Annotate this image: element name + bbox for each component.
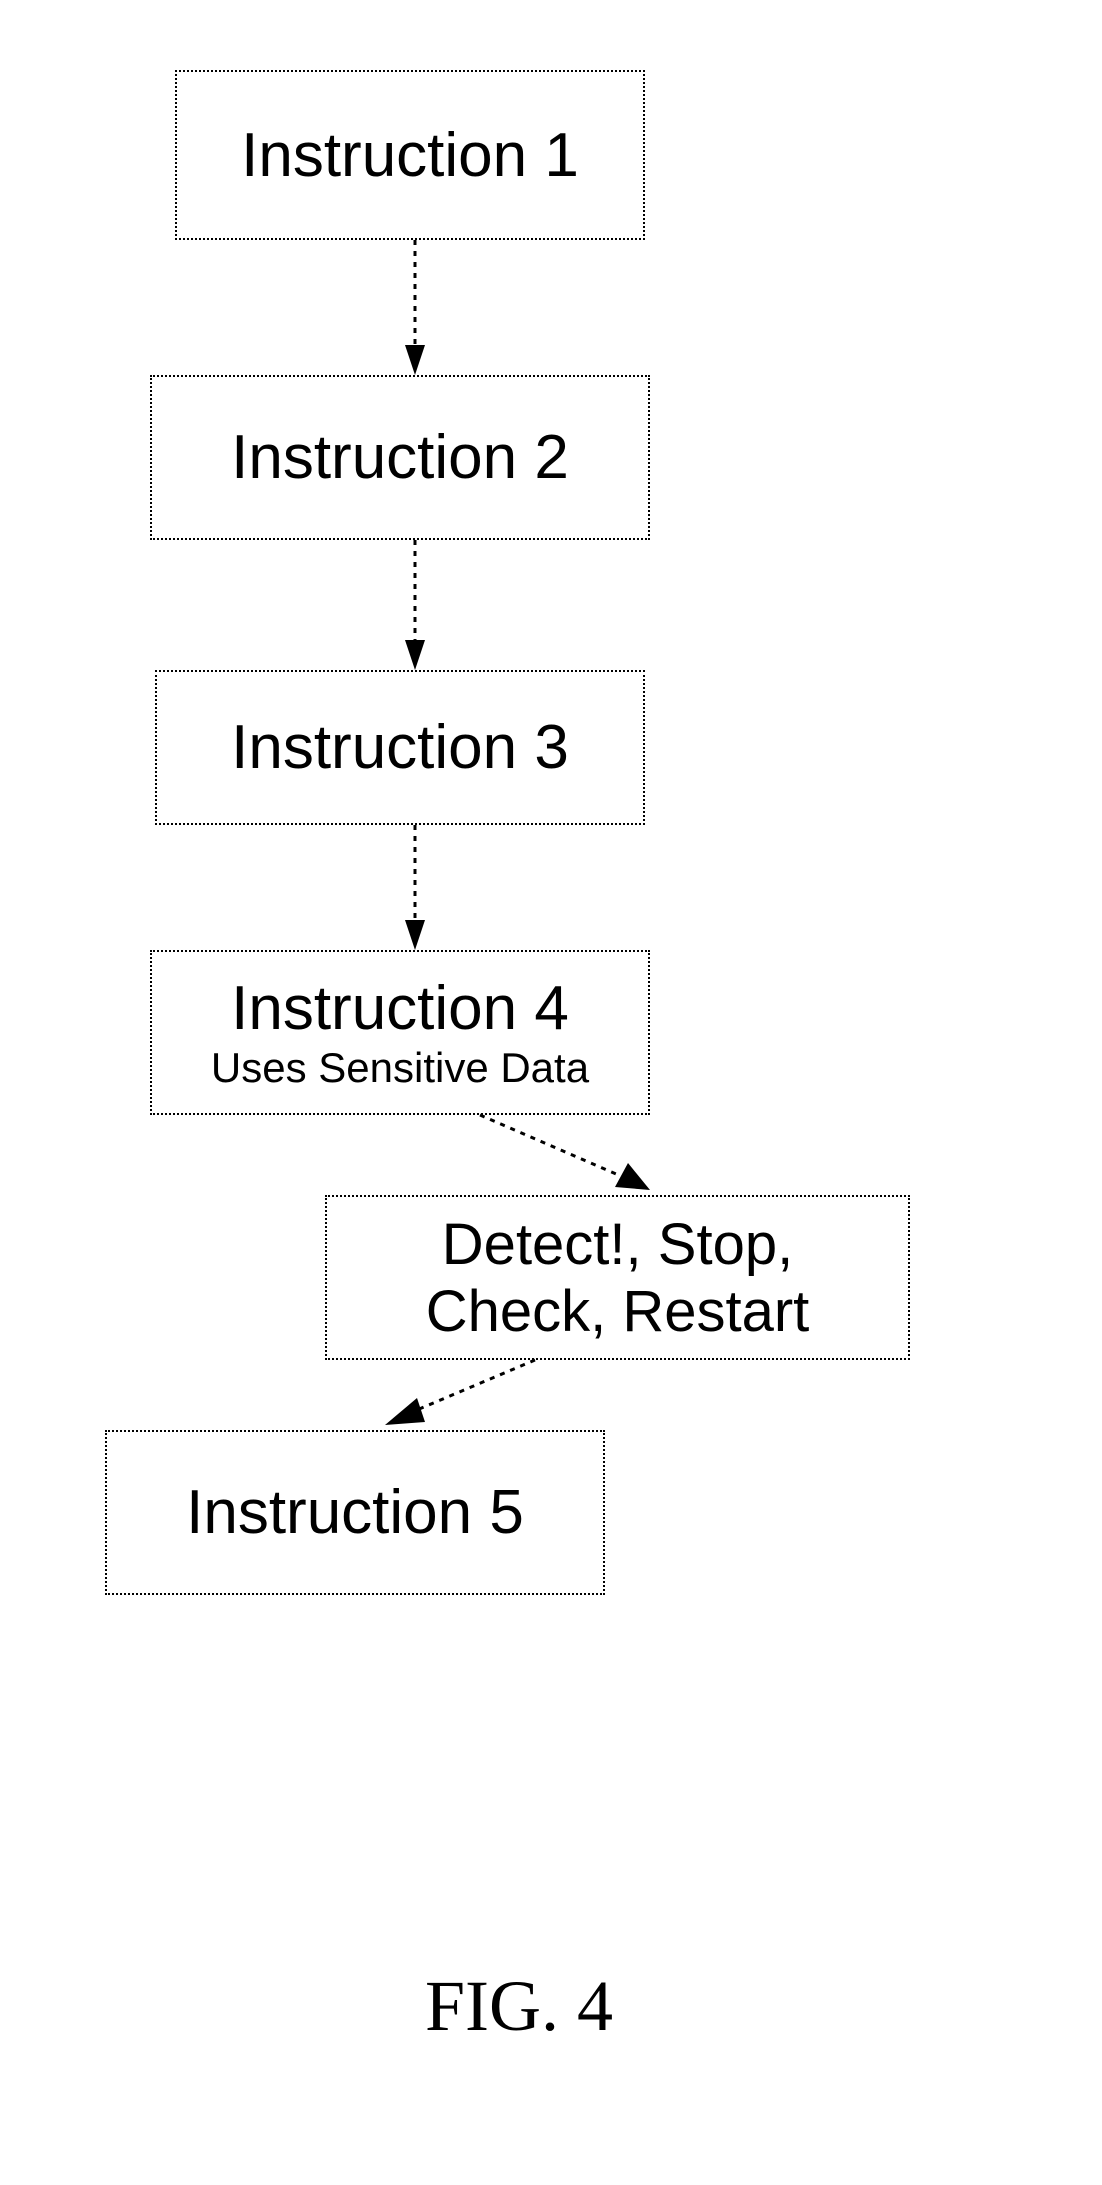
node-instruction-1-label: Instruction 1 xyxy=(241,120,579,191)
arrow-2-to-3 xyxy=(405,540,425,675)
figure-caption: FIG. 4 xyxy=(425,1965,613,2048)
arrow-3-to-4 xyxy=(405,825,425,955)
node-detect-stop-check-restart: Detect!, Stop, Check, Restart xyxy=(325,1195,910,1360)
node-instruction-4-sub: Uses Sensitive Data xyxy=(211,1044,589,1092)
node-instruction-3: Instruction 3 xyxy=(155,670,645,825)
node-instruction-4: Instruction 4 Uses Sensitive Data xyxy=(150,950,650,1115)
node-instruction-5: Instruction 5 xyxy=(105,1430,605,1595)
arrow-1-to-2 xyxy=(405,240,425,380)
node-detect-line1: Detect!, Stop, xyxy=(442,1211,793,1278)
node-instruction-4-label: Instruction 4 xyxy=(231,973,569,1044)
node-instruction-2: Instruction 2 xyxy=(150,375,650,540)
node-instruction-2-label: Instruction 2 xyxy=(231,422,569,493)
node-detect-line2: Check, Restart xyxy=(426,1278,810,1345)
node-instruction-1: Instruction 1 xyxy=(175,70,645,240)
node-instruction-3-label: Instruction 3 xyxy=(231,712,569,783)
node-instruction-5-label: Instruction 5 xyxy=(186,1477,524,1548)
